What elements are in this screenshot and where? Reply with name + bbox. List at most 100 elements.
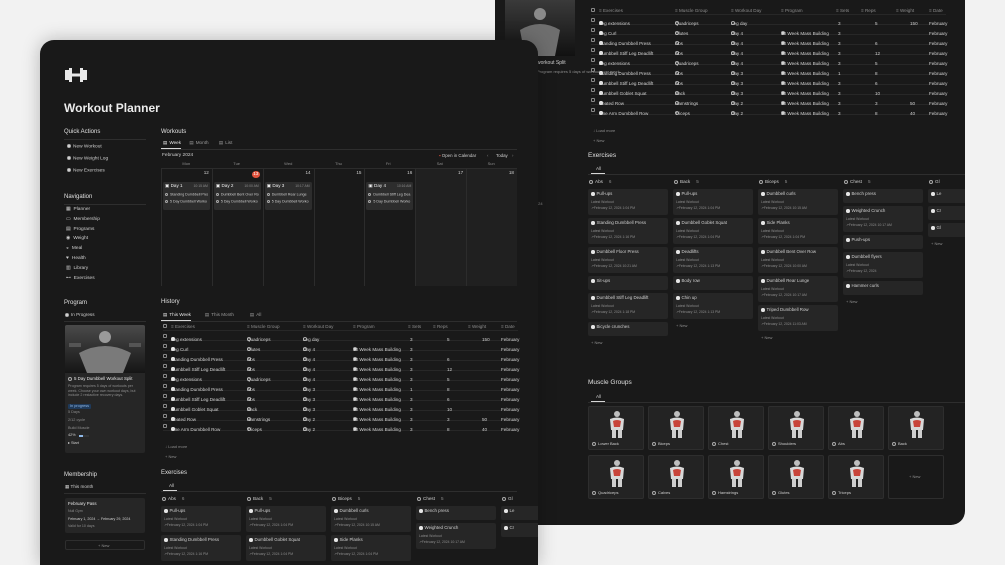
table-row[interactable]: Dumbbell Stiff Leg Deadlift Abs Day 4 10 We… xyxy=(591,45,947,56)
row-checkbox[interactable] xyxy=(163,394,167,398)
table-row[interactable]: Seated Row Hamstrings Day 2 10 Week Mass Bu… xyxy=(591,95,947,106)
row-checkbox[interactable] xyxy=(591,88,595,92)
tab-month[interactable]: ▤ Month xyxy=(189,140,208,146)
row-checkbox[interactable] xyxy=(163,424,167,428)
sidebar-item-health[interactable]: ♥ Health xyxy=(66,256,86,262)
exercise-card[interactable]: Push-ups xyxy=(843,235,923,249)
exercise-card[interactable]: Dumbbell Rear Lunge Latest Workout ↗Februa… xyxy=(758,276,838,302)
exercise-card[interactable]: Pull-ups Latest Workout ↗February 12, 2024… xyxy=(588,189,668,215)
calendar-event[interactable]: ▣ Day 4 10:16 AM Dumbbell Stiff Leg Dea 5 D… xyxy=(366,182,414,210)
exercise-card[interactable]: Le xyxy=(501,506,538,520)
exercise-card[interactable]: Gl xyxy=(928,223,965,237)
table-row[interactable]: Leg Curl Glutes Day 4 10 Week Mass Building… xyxy=(591,25,947,36)
row-checkbox[interactable] xyxy=(591,18,595,22)
exercise-card[interactable]: Sit-ups xyxy=(588,276,668,290)
muscle-card[interactable]: Shoulders xyxy=(768,406,824,450)
tab-this-month[interactable]: ▤ This Month xyxy=(205,312,234,318)
membership-filter[interactable]: ▦ This month xyxy=(65,484,93,490)
select-all-checkbox[interactable] xyxy=(591,8,595,12)
sidebar-item-membership[interactable]: ▭ Membership xyxy=(66,217,100,223)
exercise-card[interactable]: Cr xyxy=(501,523,538,537)
new-card-button[interactable]: + New xyxy=(761,336,772,340)
new-muscle-button[interactable]: + New xyxy=(909,475,920,479)
exercise-card[interactable]: Weighted Crunch Latest Workout ↗February 1… xyxy=(416,523,496,549)
muscle-card[interactable]: Quadriceps xyxy=(588,455,644,499)
exercise-card[interactable]: Bench press xyxy=(416,506,496,520)
exercise-card[interactable]: Cr xyxy=(928,206,965,220)
load-more-button[interactable]: ↓ Load more xyxy=(165,445,187,449)
table-row[interactable]: One Arm Dumbbell Row Triceps Day 2 10 Week … xyxy=(163,421,519,432)
new-card-button[interactable]: + New xyxy=(676,324,687,328)
tab-all-front[interactable]: All xyxy=(169,483,174,488)
load-more-button[interactable]: ↓ Load more xyxy=(593,129,615,133)
calendar-event[interactable]: ▣ Day 1 10:15 AM Standing Dumbbell Press 5 … xyxy=(163,182,210,210)
table-row[interactable]: Leg extensions Quadriceps Leg day 3 5 150 Febr… xyxy=(591,15,947,26)
exercise-card[interactable]: Chin up Latest Workout ↗February 12, 2024 … xyxy=(673,293,753,319)
select-all-checkbox[interactable] xyxy=(163,324,167,328)
table-row[interactable]: Standing Dumbbell Press Abs Day 3 10 Week M… xyxy=(163,381,519,392)
row-checkbox[interactable] xyxy=(163,374,167,378)
exercise-card[interactable]: Pull-ups Latest Workout ↗February 12, 2024… xyxy=(673,189,753,215)
row-checkbox[interactable] xyxy=(163,344,167,348)
exercise-card[interactable]: Weighted Crunch Latest Workout ↗February 1… xyxy=(843,206,923,232)
row-checkbox[interactable] xyxy=(591,78,595,82)
exercise-card[interactable]: Dumbbell flyers Latest Workout ↗February 1… xyxy=(843,252,923,278)
exercise-card[interactable]: Standing Dumbbell Press Latest Workout ↗Fe… xyxy=(588,218,668,244)
muscle-card[interactable]: Abs xyxy=(828,406,884,450)
table-row[interactable]: Dumbbell Goblet Squat Back Day 3 10 Week Ma… xyxy=(591,85,947,96)
new-row-button[interactable]: + New xyxy=(165,455,176,459)
row-checkbox[interactable] xyxy=(163,354,167,358)
exercise-card[interactable]: Pull-ups Latest Workout ↗February 12, 2024… xyxy=(246,506,326,532)
table-row[interactable]: Dumbbell Goblet Squat Back Day 3 10 Week Ma… xyxy=(163,401,519,412)
table-row[interactable]: Standing Dumbbell Press Abs Day 4 10 Week M… xyxy=(591,35,947,46)
tab-list[interactable]: ▤ List xyxy=(219,140,233,146)
tab-all[interactable]: All xyxy=(596,166,601,171)
exercise-card[interactable]: Pull-ups Latest Workout ↗February 12, 2024… xyxy=(161,506,241,532)
exercise-card[interactable]: Dumbbell Goblet Squat Latest Workout ↗Febr… xyxy=(673,218,753,244)
exercise-card[interactable]: Dumbbell Floor Press Latest Workout ↗Febru… xyxy=(588,247,668,273)
sidebar-item-weight[interactable]: ◉ Weight xyxy=(66,236,88,242)
program-card[interactable]: 5 Day Dumbbell Workout Split Program req… xyxy=(65,325,145,453)
next-week-button[interactable]: › xyxy=(512,153,513,158)
table-row[interactable]: Standing Dumbbell Press Abs Day 4 10 Week M… xyxy=(163,351,519,362)
exercise-card[interactable]: Dumbbell Stiff Leg Deadlift Latest Workou… xyxy=(588,293,668,319)
exercise-card[interactable]: Dumbbell curls Latest Workout ↗February 12… xyxy=(758,189,838,215)
sidebar-item-planner[interactable]: ▦ Planner xyxy=(66,207,90,213)
tab-this-week[interactable]: ▤ This Week xyxy=(163,312,191,318)
muscle-card[interactable]: Lower Back xyxy=(588,406,644,450)
muscle-card[interactable]: Glutes xyxy=(768,455,824,499)
table-row[interactable]: Leg Curl Glutes Day 4 10 Week Mass Building… xyxy=(163,341,519,352)
exercise-card[interactable]: Dumbbell curls Latest Workout ↗February 12… xyxy=(331,506,411,532)
start-button[interactable]: ▸ Start xyxy=(68,441,79,446)
sidebar-item-library[interactable]: ▥ Library xyxy=(66,266,88,272)
row-checkbox[interactable] xyxy=(591,58,595,62)
exercise-card[interactable]: Body row xyxy=(673,276,753,290)
exercise-card[interactable]: Bench press xyxy=(843,189,923,203)
muscle-card[interactable]: Triceps xyxy=(828,455,884,499)
row-checkbox[interactable] xyxy=(591,108,595,112)
table-row[interactable]: One Arm Dumbbell Row Triceps Day 2 10 Week … xyxy=(591,105,947,116)
muscle-card[interactable]: Chest xyxy=(708,406,764,450)
today-button[interactable]: Today xyxy=(496,153,508,158)
muscle-card[interactable]: Biceps xyxy=(648,406,704,450)
exercise-card[interactable]: Dumbbell Goblet Squat Latest Workout ↗Febr… xyxy=(246,535,326,561)
row-checkbox[interactable] xyxy=(591,28,595,32)
sidebar-item-programs[interactable]: ▤ Programs xyxy=(66,227,94,233)
row-checkbox[interactable] xyxy=(163,364,167,368)
sidebar-item-exercises[interactable]: ⊷ Exercises xyxy=(66,276,95,282)
calendar-event[interactable]: ▣ Day 3 10:17 AM Dumbbell Rear Lunge 5 Day … xyxy=(264,182,312,210)
calendar-event[interactable]: ▣ Day 2 10:00 AM Dumbbell Bent Over Ro 5 Da… xyxy=(213,182,261,210)
new-card-button[interactable]: + New xyxy=(931,242,942,246)
table-row[interactable]: Leg extensions Quadriceps Leg day 3 5 150 Febr… xyxy=(163,331,519,342)
table-row[interactable]: Dumbbell Stiff Leg Deadlift Abs Day 3 10 We… xyxy=(163,391,519,402)
table-row[interactable]: Seated Row Hamstrings Day 2 10 Week Mass Bu… xyxy=(163,411,519,422)
exercise-card[interactable]: Triped Dumbbell Row Latest Workout ↗Februa… xyxy=(758,305,838,331)
membership-card[interactable]: February Pass Null Gym February 1, 2024 … xyxy=(65,498,145,533)
row-checkbox[interactable] xyxy=(163,414,167,418)
new-card-button[interactable]: + New xyxy=(591,341,602,345)
tab-all[interactable]: ▤ All xyxy=(250,312,261,318)
new-row-button[interactable]: + New xyxy=(593,139,604,143)
program-filter[interactable]: In Progress xyxy=(65,312,95,318)
exercise-card[interactable]: Side Planks Latest Workout ↗February 12, 2… xyxy=(758,218,838,244)
new-membership-button[interactable]: + New xyxy=(65,540,145,550)
